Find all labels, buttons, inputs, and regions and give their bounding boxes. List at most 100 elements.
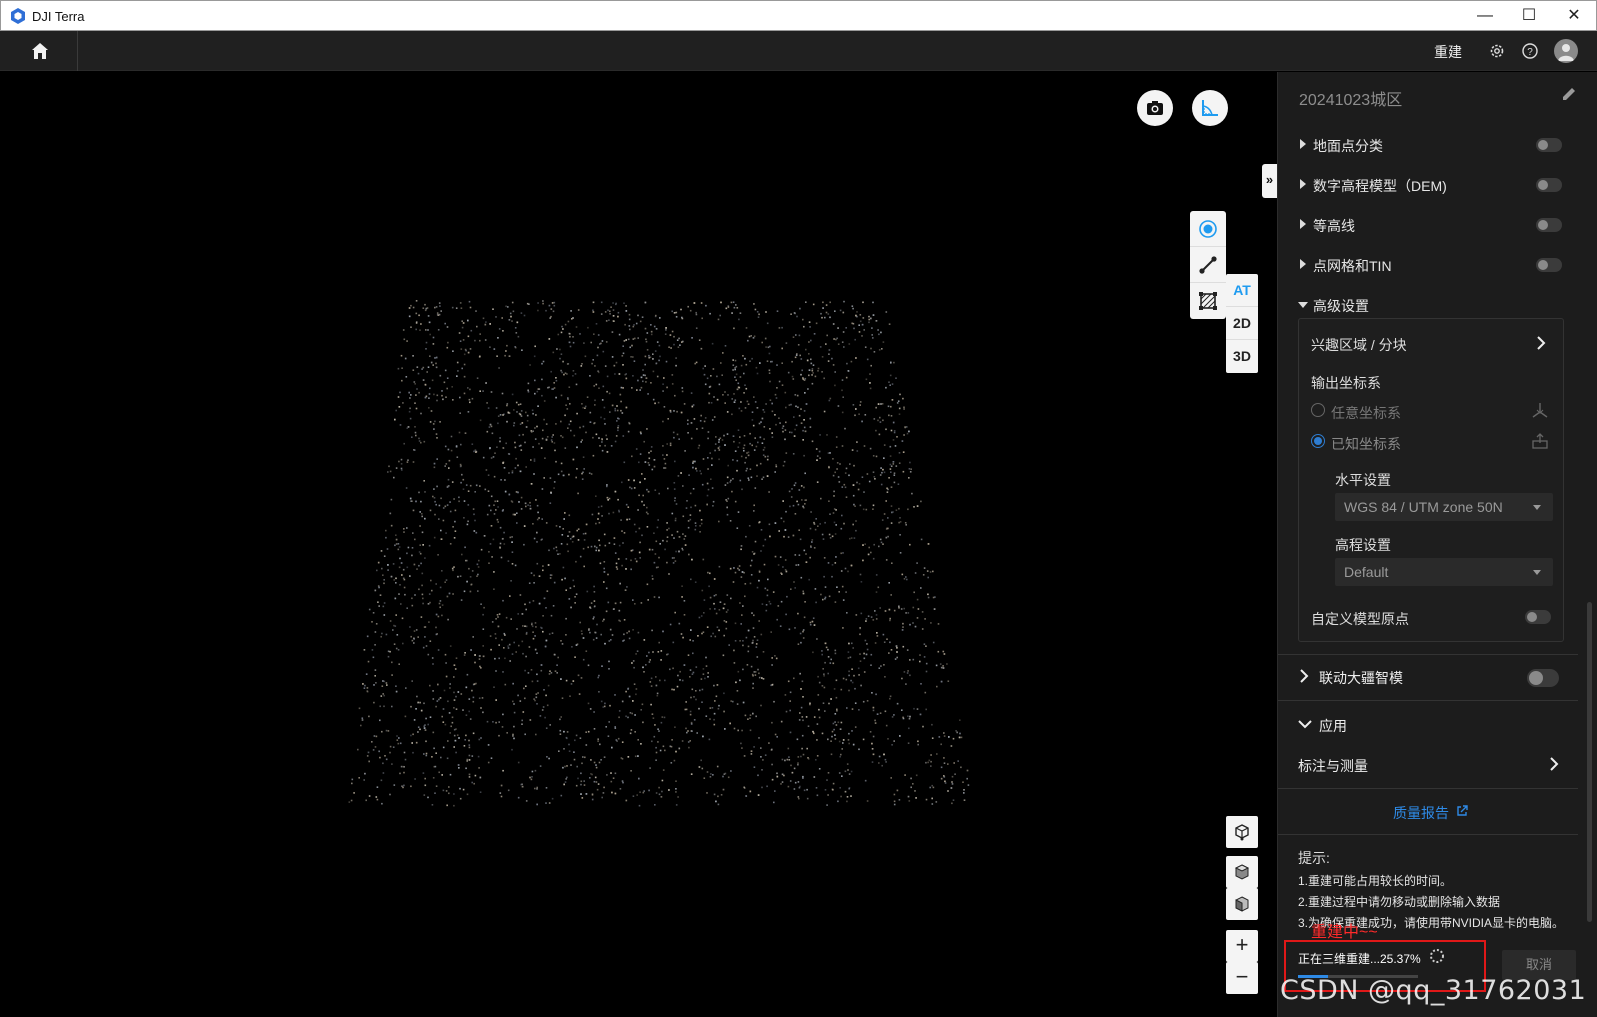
section-label: 高级设置 xyxy=(1313,298,1369,314)
linkage-toggle[interactable] xyxy=(1527,669,1559,687)
point-cloud-render xyxy=(348,300,970,807)
known-coord-label: 已知坐标系 xyxy=(1331,436,1401,452)
loading-spinner-icon xyxy=(1430,949,1444,963)
user-avatar-icon[interactable] xyxy=(1554,39,1578,63)
mode-at-button[interactable]: AT xyxy=(1226,274,1258,307)
zoom-out-button[interactable]: − xyxy=(1226,962,1258,994)
rebuilding-annotation: 重建中~~ xyxy=(1311,924,1378,941)
3d-viewport[interactable]: » AT 2D 3D + − xyxy=(0,72,1277,1017)
measure-toolbar xyxy=(1190,211,1226,319)
help-icon[interactable]: ? xyxy=(1521,42,1539,60)
elevation-select[interactable]: Default xyxy=(1335,558,1553,586)
tips-title: 提示: xyxy=(1298,850,1330,866)
quality-report-link[interactable]: 质量报告 xyxy=(1393,803,1449,823)
caret-right-icon xyxy=(1300,139,1306,149)
horizontal-setting-label: 水平设置 xyxy=(1335,472,1391,488)
application-section[interactable]: 应用 xyxy=(1319,716,1347,736)
rebuild-menu[interactable]: 重建 xyxy=(1434,42,1462,62)
section-label: 等高线 xyxy=(1313,218,1355,234)
mode-3d-button[interactable]: 3D xyxy=(1226,340,1258,373)
point-icon xyxy=(1199,220,1217,238)
screenshot-button[interactable] xyxy=(1137,90,1173,126)
arbitrary-coord-radio[interactable] xyxy=(1311,403,1325,417)
chevron-right-icon[interactable] xyxy=(1535,335,1547,351)
chevron-right-icon[interactable] xyxy=(1548,756,1560,772)
edit-icon[interactable] xyxy=(1561,86,1577,102)
project-title: 20241023城区 xyxy=(1299,92,1403,109)
select-value: Default xyxy=(1344,564,1389,580)
gear-icon[interactable] xyxy=(1488,42,1506,60)
measure-button[interactable] xyxy=(1192,90,1228,126)
section-advanced[interactable]: 高级设置 xyxy=(1278,290,1578,320)
section-label: 数字高程模型（DEM) xyxy=(1313,178,1447,194)
dem-toggle[interactable] xyxy=(1536,178,1562,192)
caret-down-icon xyxy=(1298,302,1308,308)
linkage-label[interactable]: 联动大疆智模 xyxy=(1319,668,1403,688)
progress-text: 正在三维重建...25.37% xyxy=(1298,952,1421,966)
roi-tiles-link[interactable]: 兴趣区域 / 分块 xyxy=(1311,335,1407,355)
dropdown-arrow-icon xyxy=(1533,505,1541,510)
ruler-angle-icon xyxy=(1202,100,1218,116)
view-cube-icon xyxy=(1235,824,1249,841)
annotate-measure-link[interactable]: 标注与测量 xyxy=(1298,756,1368,776)
ground-classification-toggle[interactable] xyxy=(1536,138,1562,152)
area-icon xyxy=(1199,292,1217,310)
dropdown-arrow-icon xyxy=(1533,570,1541,575)
divider xyxy=(1278,654,1578,655)
chevron-right-icon[interactable] xyxy=(1299,668,1309,684)
select-value: WGS 84 / UTM zone 50N xyxy=(1344,499,1503,515)
line-icon xyxy=(1199,256,1217,274)
zoom-in-button[interactable]: + xyxy=(1226,930,1258,962)
home-icon xyxy=(32,43,48,59)
point-measure-button[interactable] xyxy=(1190,211,1226,247)
section-mesh-tin[interactable]: 点网格和TIN xyxy=(1278,250,1578,280)
import-coord-icon[interactable] xyxy=(1531,432,1549,450)
maximize-button[interactable]: ☐ xyxy=(1506,1,1552,31)
section-contour[interactable]: 等高线 xyxy=(1278,210,1578,240)
divider xyxy=(1278,834,1578,835)
cube-top-icon xyxy=(1234,864,1250,880)
section-label: 点网格和TIN xyxy=(1313,258,1392,274)
contour-toggle[interactable] xyxy=(1536,218,1562,232)
section-label: 地面点分类 xyxy=(1313,138,1383,154)
section-ground-classification[interactable]: 地面点分类 xyxy=(1278,130,1578,160)
home-button[interactable] xyxy=(0,31,78,71)
top-view-button[interactable] xyxy=(1226,856,1258,888)
horizontal-coord-select[interactable]: WGS 84 / UTM zone 50N xyxy=(1335,493,1553,521)
panel-scrollbar[interactable] xyxy=(1587,602,1592,922)
custom-origin-label: 自定义模型原点 xyxy=(1311,611,1409,627)
point-cloud-points xyxy=(348,300,970,807)
area-measure-button[interactable] xyxy=(1190,283,1226,319)
minimize-button[interactable]: — xyxy=(1462,1,1508,31)
line-measure-button[interactable] xyxy=(1190,247,1226,283)
reset-view-button[interactable] xyxy=(1226,816,1258,848)
properties-panel: 20241023城区 地面点分类 数字高程模型（DEM) 等高线 点网格和TIN… xyxy=(1277,72,1597,1017)
mode-2d-button[interactable]: 2D xyxy=(1226,307,1258,340)
side-view-button[interactable] xyxy=(1226,888,1258,920)
section-dem[interactable]: 数字高程模型（DEM) xyxy=(1278,170,1578,200)
elevation-setting-label: 高程设置 xyxy=(1335,537,1391,553)
arbitrary-coord-label: 任意坐标系 xyxy=(1331,405,1401,421)
app-title: DJI Terra xyxy=(32,9,85,24)
close-button[interactable]: ✕ xyxy=(1551,1,1597,31)
caret-right-icon xyxy=(1300,219,1306,229)
camera-icon xyxy=(1147,101,1163,115)
app-toolbar: 重建 ? xyxy=(0,31,1597,71)
coordinate-axes-icon xyxy=(1532,403,1548,418)
custom-origin-toggle[interactable] xyxy=(1525,610,1551,624)
cube-side-icon xyxy=(1235,896,1249,912)
window-titlebar: DJI Terra — ☐ ✕ xyxy=(0,0,1597,31)
view-mode-switch: AT 2D 3D xyxy=(1226,274,1258,373)
mesh-tin-toggle[interactable] xyxy=(1536,258,1562,272)
chevron-down-icon[interactable] xyxy=(1297,718,1313,730)
divider xyxy=(1278,700,1578,701)
caret-right-icon xyxy=(1300,259,1306,269)
tip-line: 2.重建过程中请勿移动或删除输入数据 xyxy=(1298,895,1501,909)
known-coord-radio[interactable] xyxy=(1311,434,1325,448)
output-coord-label: 输出坐标系 xyxy=(1311,375,1381,391)
advanced-settings-box: 兴趣区域 / 分块 输出坐标系 任意坐标系 已知坐标系 水平设置 WGS 84 … xyxy=(1298,318,1564,642)
external-link-icon[interactable] xyxy=(1456,805,1468,817)
svg-text:?: ? xyxy=(1527,47,1533,58)
caret-right-icon xyxy=(1300,179,1306,189)
collapse-panel-button[interactable]: » xyxy=(1262,164,1277,198)
